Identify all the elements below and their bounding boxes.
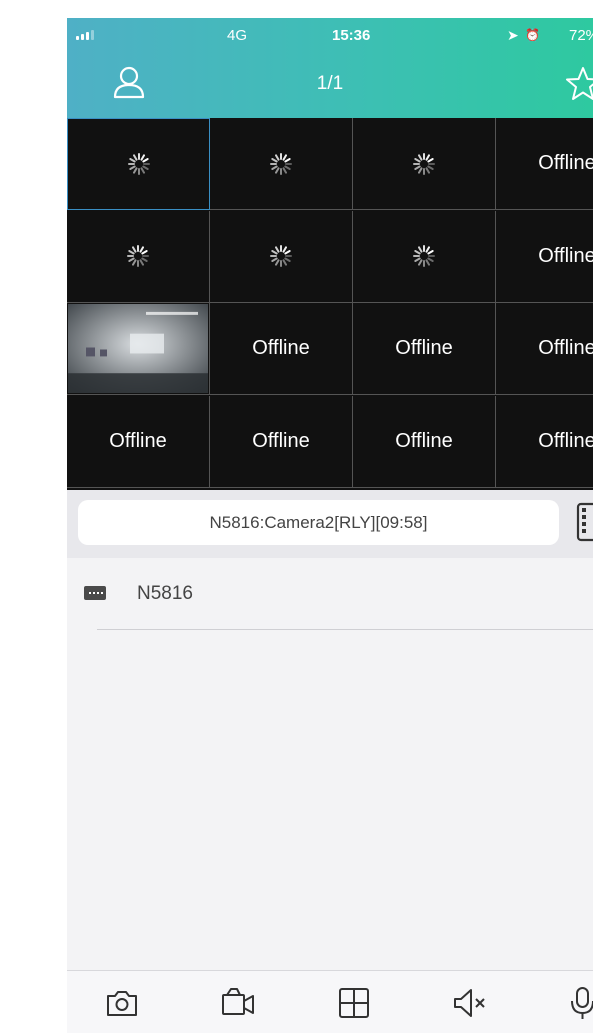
loading-spinner-icon [270,152,292,175]
video-cell[interactable]: Offline [353,395,496,488]
device-name: N5816 [137,583,193,604]
video-cell[interactable] [67,118,210,210]
video-cell[interactable]: Offline [496,303,593,395]
cell-status: Offline [538,429,593,452]
loading-spinner-icon [413,245,435,267]
loading-spinner-icon [270,245,292,267]
app-screen: 4G 15:36 ➤ ⏰ 72% 1/1 OfflineOfflineOffli… [67,18,593,1033]
star-icon[interactable] [563,64,593,104]
video-grid: Offline Offline Offline Offline Offline Offli… [67,118,593,490]
cell-status: Offline [109,429,167,452]
video-cell[interactable] [210,118,353,210]
video-cell[interactable]: Offline [67,395,210,488]
video-cell[interactable]: Offline [210,395,353,488]
list-item[interactable]: N5816 [67,558,593,630]
battery-level: 72% [569,27,593,44]
video-cell[interactable]: Offline [496,395,593,488]
video-cell[interactable]: Offline [210,303,353,395]
divider [97,629,593,630]
camera-thumbnail [68,304,208,393]
cell-status: Offline [252,337,310,359]
video-cell[interactable] [353,210,496,303]
film-icon[interactable] [576,502,593,542]
bottom-toolbar [67,970,593,1033]
nvr-icon [84,586,106,600]
video-cell[interactable] [210,210,353,303]
camera-icon[interactable] [104,985,140,1021]
video-record-icon[interactable] [220,985,256,1021]
video-cell[interactable] [67,210,210,303]
grid-layout-icon[interactable] [336,985,372,1021]
video-cell[interactable] [353,118,496,210]
microphone-icon[interactable] [565,985,593,1021]
signal-strength-icon [76,30,94,40]
location-icon: ➤ [507,27,519,43]
speaker-mute-icon[interactable] [452,985,488,1021]
alarm-icon: ⏰ [525,28,540,42]
loading-spinner-icon [413,152,435,175]
video-cell[interactable]: Offline [353,303,496,395]
device-list: N5816 [67,558,593,968]
video-cell[interactable] [67,303,210,395]
video-cell[interactable]: Offline [496,118,593,210]
cell-status: Offline [538,152,593,174]
cell-status: Offline [395,429,453,452]
cell-status: Offline [538,337,593,359]
loading-spinner-icon [127,245,149,267]
video-cell[interactable]: Offline [496,210,593,303]
cell-status: Offline [252,429,310,452]
cell-status: Offline [395,337,453,359]
channel-bar: N5816:Camera2[RLY][09:58] [67,490,593,558]
cell-status: Offline [538,244,593,267]
top-bar: 4G 15:36 ➤ ⏰ 72% 1/1 [67,18,593,118]
network-type: 4G [227,27,248,44]
status-time: 15:36 [332,27,371,44]
current-channel-label[interactable]: N5816:Camera2[RLY][09:58] [78,500,559,545]
page-indicator: 1/1 [316,73,344,94]
loading-spinner-icon [127,153,150,175]
